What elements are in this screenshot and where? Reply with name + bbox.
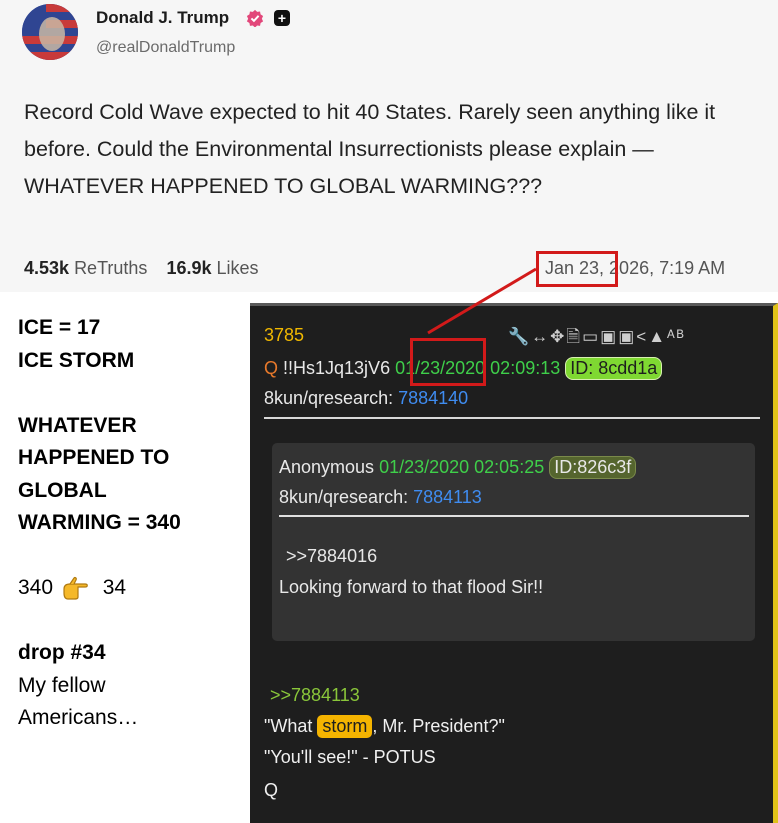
plus-badge-icon: +	[274, 10, 290, 26]
note-global: GLOBAL	[18, 478, 107, 502]
truth-post: Donald J. Trump + @realDonaldTrump Recor…	[0, 0, 778, 292]
note-ice: ICE = 17	[18, 316, 101, 339]
storm-highlight: storm	[317, 715, 373, 738]
reply-post-link[interactable]: 7884113	[413, 487, 482, 507]
q-tripcode: !!Hs1Jq13jV6	[278, 358, 396, 378]
note-number-reduction: 340 34	[18, 572, 248, 605]
author-handle[interactable]: @realDonaldTrump	[96, 39, 235, 57]
q-date-highlight-box	[410, 338, 486, 386]
post-text: Record Cold Wave expected to hit 40 Stat…	[24, 100, 716, 198]
date-highlight-box	[536, 251, 618, 287]
q-signature: Q	[264, 780, 279, 800]
q-reference-link[interactable]: >>7884113	[270, 685, 360, 706]
note-happened-to: HAPPENED TO	[18, 446, 170, 469]
note-quote-line2: Americans…	[18, 706, 139, 729]
note-to-number: 34	[102, 576, 127, 599]
reply-message: Looking forward to that flood Sir!!	[279, 577, 544, 597]
reply-datetime: 01/23/2020 02:05:25	[379, 457, 550, 477]
q-post-panel: 3785 🔧↔✥🗎▭▣▣<▲ᴬᴮ Q !!Hs1Jq13jV6 01/23/20…	[250, 303, 778, 823]
annotation-notes: ICE = 17 ICE STORM WHATEVER HAPPENED TO …	[18, 312, 248, 735]
q-author: Q	[264, 358, 279, 378]
note-whatever: WHATEVER	[18, 413, 137, 437]
divider	[264, 417, 760, 419]
note-drop: drop #34	[18, 641, 106, 664]
reply-reference[interactable]: >>7884016	[286, 546, 377, 567]
reply-author: Anonymous	[279, 457, 380, 477]
note-ice-storm: ICE STORM	[18, 348, 135, 372]
quoted-reply: Anonymous 01/23/2020 02:05:25 ID:826c3f …	[272, 443, 755, 641]
post-stats: 4.53k ReTruths 16.9k Likes	[24, 258, 259, 279]
likes-label[interactable]: Likes	[217, 258, 259, 278]
reply-board-line: 8kun/qresearch: 7884113	[279, 487, 482, 508]
author-name[interactable]: Donald J. Trump	[96, 8, 229, 28]
reply-board: 8kun/qresearch:	[279, 487, 414, 507]
reply-header: Anonymous 01/23/2020 02:05:25 ID:826c3f	[279, 456, 637, 479]
q-post-number[interactable]: 3785	[264, 325, 304, 346]
q-post-link[interactable]: 7884140	[398, 388, 468, 408]
q-board: 8kun/qresearch:	[264, 388, 399, 408]
quote-after: , Mr. President?"	[372, 716, 505, 736]
q-board-line: 8kun/qresearch: 7884140	[264, 388, 468, 409]
retruths-count[interactable]: 4.53k	[24, 258, 69, 278]
q-quote-line2: "You'll see!" - POTUS	[264, 747, 436, 767]
note-warming: WARMING = 340	[18, 511, 181, 534]
note-from-number: 340	[18, 576, 54, 599]
q-quote-line1: "What storm, Mr. President?"	[264, 715, 505, 738]
divider	[279, 515, 749, 517]
pointing-hand-icon	[63, 577, 88, 601]
q-poster-id[interactable]: ID: 8cdd1a	[565, 357, 663, 380]
avatar[interactable]	[22, 4, 78, 60]
post-toolbar-icons[interactable]: 🔧↔✥🗎▭▣▣<▲ᴬᴮ	[508, 324, 686, 353]
note-quote-line1: My fellow	[18, 673, 106, 697]
retruths-label[interactable]: ReTruths	[74, 258, 147, 278]
reply-poster-id[interactable]: ID:826c3f	[549, 456, 637, 479]
likes-count[interactable]: 16.9k	[166, 258, 211, 278]
verified-badge-icon	[246, 9, 264, 27]
q-time: 02:09:13	[485, 358, 566, 378]
quote-before: "What	[264, 716, 318, 736]
